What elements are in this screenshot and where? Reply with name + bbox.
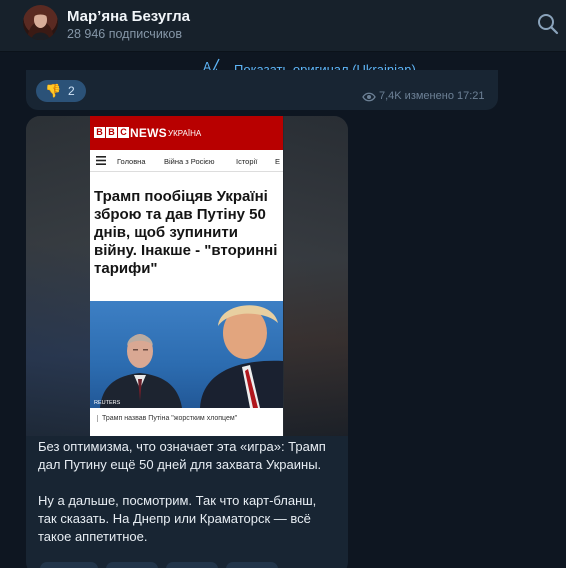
photo-caption: Трамп назвав Путіна "жорстким хлопцем" bbox=[90, 408, 283, 436]
news-screenshot: B B C NEWS УКРАЇНА Головна Війна з Росіє… bbox=[90, 116, 283, 436]
post-paragraph: Ну а дальше, посмотрим. Так что карт-бла… bbox=[38, 493, 317, 544]
putin-trump-photo bbox=[100, 305, 283, 408]
news-photo: REUTERS bbox=[90, 301, 283, 408]
bbc-logo-b1: B bbox=[94, 127, 105, 138]
search-icon[interactable] bbox=[536, 12, 560, 36]
nav-item-home: Головна bbox=[117, 157, 146, 166]
caption-text: Трамп назвав Путіна "жорстким хлопцем" bbox=[97, 415, 237, 422]
reaction-chip[interactable] bbox=[40, 562, 98, 568]
article-headline: Трамп пообіцяв Україні зброю та дав Путі… bbox=[94, 188, 278, 277]
photo-credit: REUTERS bbox=[94, 400, 121, 406]
nav-item-more: E bbox=[275, 157, 281, 166]
menu-icon bbox=[96, 156, 106, 165]
chat-header[interactable]: Мар’яна Безугла 28 946 подписчиков bbox=[0, 0, 566, 52]
reaction-chip[interactable]: 👎 2 bbox=[36, 80, 86, 102]
reaction-count: 2 bbox=[68, 84, 75, 98]
bbc-nav: Головна Війна з Росією Історії E bbox=[90, 150, 283, 172]
message-meta: 7,4K изменено 17:21 bbox=[379, 90, 485, 102]
image-blur-left bbox=[26, 116, 90, 436]
image-blur-right bbox=[284, 116, 348, 436]
nav-item-stories: Історії bbox=[236, 157, 258, 166]
subscriber-count: 28 946 подписчиков bbox=[67, 27, 183, 41]
nav-item-war: Війна з Росією bbox=[164, 157, 215, 166]
bbc-header: B B C NEWS УКРАЇНА bbox=[90, 116, 283, 150]
post-image[interactable]: B B C NEWS УКРАЇНА Головна Війна з Росіє… bbox=[26, 116, 348, 436]
bbc-logo-b2: B bbox=[106, 127, 117, 138]
reaction-chip[interactable] bbox=[106, 562, 158, 568]
reaction-chip[interactable] bbox=[166, 562, 218, 568]
bbc-logo-c: C bbox=[118, 127, 129, 138]
bbc-news-brand: NEWS bbox=[130, 126, 167, 140]
reaction-chip[interactable] bbox=[226, 562, 278, 568]
post-paragraph: Без оптимизма, что означает эта «игра»: … bbox=[38, 439, 326, 472]
eye-icon bbox=[362, 92, 376, 102]
bbc-edition: УКРАЇНА bbox=[168, 129, 202, 138]
channel-avatar[interactable] bbox=[23, 5, 58, 40]
thumbs-down-icon: 👎 bbox=[45, 83, 62, 98]
post-text: Без оптимизма, что означает эта «игра»: … bbox=[38, 438, 338, 564]
channel-name[interactable]: Мар’яна Безугла bbox=[67, 8, 190, 25]
